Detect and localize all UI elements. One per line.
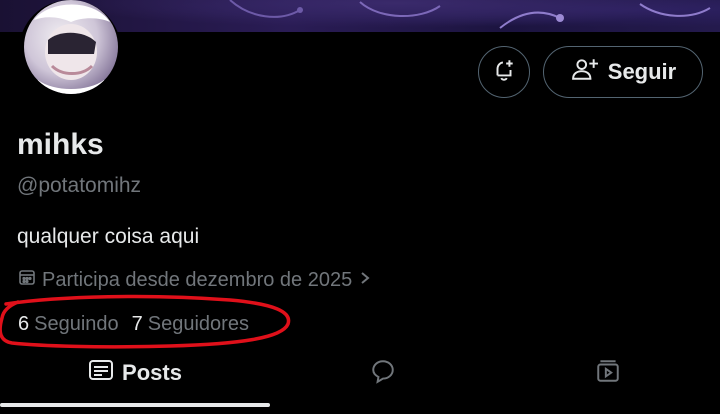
profile-tabs: Posts [0, 350, 720, 404]
followers-link[interactable]: 7 Seguidores [132, 313, 249, 336]
tab-selected-indicator [0, 403, 270, 407]
replies-icon [370, 358, 396, 389]
posts-icon [88, 358, 114, 388]
profile-bio: qualquer coisa aqui [17, 225, 200, 248]
joined-label: Participa desde dezembro de 2025 [42, 268, 353, 291]
user-plus-icon [570, 56, 600, 88]
following-count: 6 [18, 313, 30, 335]
profile-name: mihks [17, 128, 104, 161]
bell-plus-icon [491, 57, 517, 88]
followers-count: 7 [131, 313, 143, 335]
followers-label: Seguidores [147, 313, 249, 335]
following-link[interactable]: 6 Seguindo [18, 313, 119, 336]
notifications-button[interactable] [478, 46, 530, 98]
avatar[interactable] [24, 0, 118, 94]
profile-handle: @potatomihz [17, 174, 142, 197]
calendar-icon [18, 268, 36, 292]
follow-button-label: Seguir [607, 59, 677, 84]
tab-media[interactable] [495, 350, 720, 396]
joined-date[interactable]: Participa desde dezembro de 2025 [18, 268, 372, 292]
tab-posts[interactable]: Posts [0, 350, 270, 396]
tab-posts-label: Posts [122, 360, 182, 385]
follow-stats: 6 Seguindo 7 Seguidores [18, 313, 249, 336]
media-icon [595, 358, 621, 389]
tab-replies[interactable] [270, 350, 495, 396]
chevron-right-icon [358, 269, 372, 292]
follow-button[interactable]: Seguir [543, 46, 703, 98]
following-label: Seguindo [34, 313, 119, 335]
